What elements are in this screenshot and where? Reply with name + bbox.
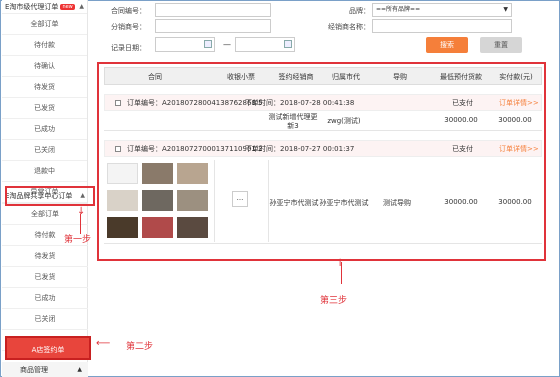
col-header-guide: 导购 — [393, 73, 407, 81]
contract-image[interactable] — [142, 190, 173, 211]
sidebar-group2: E淘品牌共享中心订单 ▲ 全部订单 待付款 待发货 已发货 已成功 已关闭 退款… — [2, 188, 88, 351]
callout-step2: 第二步 — [126, 342, 154, 352]
order-status: 已支付 — [452, 145, 473, 153]
chevron-up-icon: ▲ — [79, 3, 84, 10]
col-header-receipt: 收银小票 — [227, 73, 255, 81]
sidebar-item[interactable]: 全部订单 — [2, 14, 87, 35]
date-separator: — — [223, 40, 231, 49]
sidebar-group-title: E淘市级代理订单 — [5, 2, 59, 11]
table-header: 合同 收银小票 签约经销商 归属市代 导购 最低预付货款 实付款(元) — [104, 67, 542, 85]
city-agent-cell: 孙亚宁市代测试 — [319, 199, 369, 207]
contract-image[interactable] — [107, 217, 138, 238]
distributor-name-label: 经销商名称： — [328, 23, 370, 31]
sidebar-bottom-label: 商品管理 — [20, 365, 48, 374]
search-button[interactable]: 搜索 — [426, 37, 468, 53]
sidebar-item[interactable]: 已发货 — [2, 98, 87, 119]
dealer-cell: 孙亚宁市代测试 — [269, 199, 319, 207]
col-header-dealer: 签约经销商 — [278, 73, 314, 81]
sidebar-item[interactable]: 待确认 — [2, 56, 87, 77]
order-detail-link[interactable]: 订单详情>> — [499, 141, 539, 158]
sidebar-item[interactable]: 已关闭 — [2, 140, 87, 161]
receipt-value: ... — [236, 194, 244, 202]
sidebar-item[interactable]: 已成功 — [2, 119, 87, 140]
arrow-line — [80, 214, 81, 234]
order-checkbox[interactable] — [115, 146, 121, 152]
sidebar-group-header-agent-orders[interactable]: E淘市级代理订单 new ▲ — [2, 0, 87, 14]
contract-image[interactable] — [177, 190, 208, 211]
sidebar-item-a-store-contract[interactable]: A店签约单 — [5, 336, 91, 360]
sidebar-item[interactable]: 待发货 — [2, 77, 87, 98]
distributor-name-input[interactable] — [372, 19, 512, 33]
arrow-up-icon: ↑ — [336, 258, 345, 269]
sidebar-item[interactable]: 待付款 — [2, 35, 87, 56]
reset-button[interactable]: 重置 — [480, 37, 522, 53]
col-header-paid: 实付款(元) — [499, 73, 533, 81]
brand-select[interactable]: ==所有品牌== ▼ — [372, 3, 512, 17]
sidebar-item[interactable]: 已成功 — [2, 288, 88, 309]
contract-image[interactable] — [177, 217, 208, 238]
contract-image[interactable] — [107, 190, 138, 211]
order-time: 下单时间：2018-07-28 00:41:38 — [245, 99, 355, 107]
sidebar-item[interactable]: 待发货 — [2, 246, 88, 267]
order-number: 订单编号：A20180728004138762868 5 — [127, 99, 263, 107]
min-pay-cell: 30000.00 — [444, 198, 478, 206]
order-detail-link[interactable]: 订单详情>> — [499, 95, 539, 112]
callout-step3: 第三步 — [320, 296, 348, 306]
chevron-down-icon: ▼ — [503, 6, 508, 13]
contract-image[interactable] — [142, 163, 173, 184]
col-header-min-pay: 最低预付货款 — [440, 73, 482, 81]
order-no-label: 合同编号： — [111, 7, 146, 15]
col-header-contract: 合同 — [148, 73, 162, 81]
chevron-up-icon: ▲ — [77, 366, 82, 373]
sidebar-item[interactable]: 已关闭 — [2, 309, 88, 330]
column-divider — [214, 160, 215, 242]
sidebar-item[interactable]: 已发货 — [2, 267, 88, 288]
order-status: 已支付 — [452, 99, 473, 107]
row-divider — [104, 243, 542, 244]
contract-image[interactable] — [107, 163, 138, 184]
order-no-input[interactable] — [155, 3, 271, 17]
sidebar-item[interactable]: 退款中 — [2, 161, 87, 182]
paid-cell: 30000.00 — [498, 198, 532, 206]
date-label: 记录日期： — [111, 44, 146, 52]
sidebar-group1-list: 全部订单 待付款 待确认 待发货 已发货 已成功 已关闭 退款中 异常订单 — [2, 14, 87, 203]
date-start-input[interactable] — [155, 37, 215, 52]
city-agent-cell: zwg(测试) — [327, 117, 361, 125]
calendar-icon[interactable] — [284, 40, 292, 48]
receipt-thumb[interactable]: ... — [232, 191, 248, 207]
order-checkbox[interactable] — [115, 100, 121, 106]
guide-cell: 测试导购 — [383, 199, 411, 207]
paid-cell: 30000.00 — [498, 116, 532, 124]
contract-image[interactable] — [177, 163, 208, 184]
callout-step1: 第一步 — [64, 235, 92, 245]
order-number: 订单编号：A20180727000137110901 2 — [127, 145, 263, 153]
min-pay-cell: 30000.00 — [444, 116, 478, 124]
order-time: 下单时间：2018-07-27 00:01:37 — [245, 145, 355, 153]
sidebar-item[interactable]: 全部订单 — [2, 204, 88, 225]
brand-select-value: ==所有品牌== — [376, 6, 421, 13]
sidebar-item-product-management[interactable]: 商品管理 ▲ — [2, 362, 88, 377]
contract-image[interactable] — [142, 217, 173, 238]
col-header-city-agent: 归属市代 — [332, 73, 360, 81]
order-header: 订单编号：A20180727000137110901 2 下单时间：2018-0… — [104, 140, 542, 157]
brand-label: 品牌： — [349, 7, 370, 15]
order-header: 订单编号：A20180728004138762868 5 下单时间：2018-0… — [104, 94, 542, 111]
date-end-input[interactable] — [235, 37, 295, 52]
dealer-cell: 测试新增代理更新3 — [268, 113, 318, 130]
arrow-down-icon: ↓ — [77, 206, 86, 217]
arrow-left-icon: ⟵ — [96, 338, 111, 349]
calendar-icon[interactable] — [204, 40, 212, 48]
distributor-no-input[interactable] — [155, 19, 271, 33]
row-divider — [104, 130, 542, 131]
distributor-no-label: 分销商号： — [111, 23, 146, 31]
new-badge: new — [60, 3, 75, 10]
annotation-box-step1 — [5, 186, 95, 206]
